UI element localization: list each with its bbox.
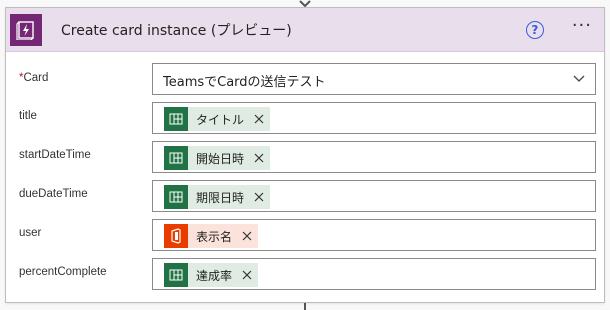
dynamic-content-token[interactable]: 達成率 [164,263,259,287]
action-card: Create card instance (プレビュー) ? ··· *Card… [5,7,605,303]
field-label-duedatetime: dueDateTime [19,188,88,200]
dynamic-content-token[interactable]: 表示名 [164,224,259,248]
dynamic-content-token[interactable]: 期限日時 [164,185,271,209]
excel-table-icon [164,146,188,170]
bolt-book-icon [10,13,42,46]
startdatetime-input[interactable]: 開始日時 [152,141,596,173]
close-icon[interactable] [254,192,264,202]
more-options-icon[interactable]: ··· [572,16,592,35]
office-icon [164,224,188,248]
close-icon[interactable] [242,270,252,280]
percentcomplete-input[interactable]: 達成率 [152,258,596,290]
field-label-percentcomplete: percentComplete [19,266,107,278]
user-input[interactable]: 表示名 [152,219,596,251]
token-label: 表示名 [196,229,233,244]
excel-table-icon [164,263,188,287]
dynamic-content-token[interactable]: 開始日時 [164,146,271,170]
field-label-title: title [19,110,37,122]
excel-table-icon [164,185,188,209]
token-label: 達成率 [196,268,233,283]
chevron-down-icon [573,75,585,82]
help-icon[interactable]: ? [525,20,544,39]
field-label-startdatetime: startDateTime [19,149,91,161]
action-title: Create card instance (プレビュー) [61,22,292,39]
close-icon[interactable] [254,153,264,163]
field-label-card: Card [23,72,49,84]
card-dropdown[interactable]: TeamsでCardの送信テスト [152,63,596,95]
token-label: 期限日時 [196,190,245,205]
close-icon[interactable] [242,231,252,241]
dynamic-content-token[interactable]: タイトル [164,107,271,131]
close-icon[interactable] [254,114,264,124]
title-input[interactable]: タイトル [152,102,596,134]
field-label-user: user [19,227,42,239]
token-label: タイトル [196,112,245,127]
token-label: 開始日時 [196,151,245,166]
flow-connector [304,302,306,310]
action-header[interactable]: Create card instance (プレビュー) ? ··· [6,8,604,52]
excel-table-icon [164,107,188,131]
duedatetime-input[interactable]: 期限日時 [152,180,596,212]
card-dropdown-value: TeamsでCardの送信テスト [163,75,326,90]
